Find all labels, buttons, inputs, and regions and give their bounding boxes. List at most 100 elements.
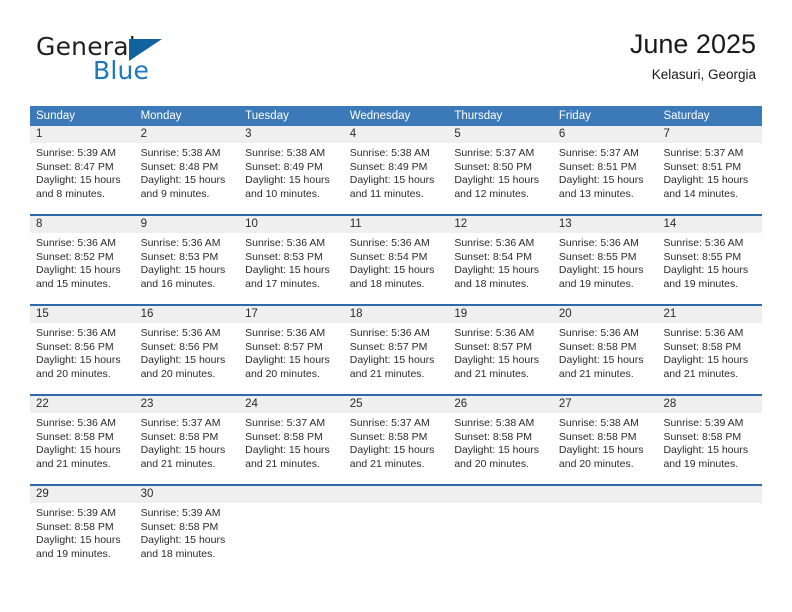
day-details: Sunrise: 5:36 AM Sunset: 8:55 PM Daylight:… [553, 233, 658, 291]
calendar-day-cell[interactable]: 2 Sunrise: 5:38 AM Sunset: 8:48 PM Daylight… [134, 126, 240, 214]
day-sunset-text: Sunset: 8:56 PM [140, 340, 219, 353]
day-number: 10 [239, 216, 344, 233]
day-sunrise-text: Sunrise: 5:38 AM [454, 417, 535, 429]
calendar-day-cell[interactable]: 20 Sunrise: 5:36 AM Sunset: 8:58 PM Dayligh… [552, 306, 658, 394]
day-daylight2-text: and 21 minutes. [36, 457, 111, 470]
day-sunrise-text: Sunrise: 5:36 AM [349, 327, 430, 339]
day-sunrise-text: Sunrise: 5:36 AM [36, 327, 116, 339]
day-number: 16 [134, 306, 240, 323]
day-daylight2-text: and 19 minutes. [663, 457, 739, 470]
day-sunrise-text: Sunrise: 5:36 AM [558, 237, 639, 249]
weekday-header-saturday: Saturday [663, 110, 710, 122]
day-sunrise-text: Sunrise: 5:36 AM [36, 417, 116, 429]
calendar-day-cell[interactable]: 23 Sunrise: 5:37 AM Sunset: 8:58 PM Dayligh… [134, 396, 240, 484]
calendar-day-cell[interactable]: 6 Sunrise: 5:37 AM Sunset: 8:51 PM Daylight… [552, 126, 658, 214]
brand-logo[interactable]: General Blue [36, 34, 266, 90]
day-details: Sunrise: 5:36 AM Sunset: 8:54 PM Daylight:… [344, 233, 449, 291]
calendar-day-cell[interactable]: 24 Sunrise: 5:37 AM Sunset: 8:58 PM Dayligh… [239, 396, 344, 484]
day-daylight2-text: and 21 minutes. [140, 457, 216, 470]
day-number: 27 [552, 396, 658, 413]
day-sunrise-text: Sunrise: 5:36 AM [663, 327, 744, 339]
calendar-day-cell[interactable]: 28 Sunrise: 5:39 AM Sunset: 8:58 PM Dayligh… [657, 396, 763, 484]
calendar-day-cell[interactable]: 19 Sunrise: 5:36 AM Sunset: 8:57 PM Dayligh… [448, 306, 553, 394]
day-number [552, 486, 658, 503]
calendar-day-cell[interactable]: 15 Sunrise: 5:36 AM Sunset: 8:56 PM Dayligh… [30, 306, 135, 394]
title-block: June 2025 Kelasuri, Georgia [630, 28, 756, 84]
day-daylight1-text: Daylight: 15 hours [245, 174, 330, 187]
day-number: 18 [343, 306, 449, 323]
day-sunrise-text: Sunrise: 5:37 AM [245, 417, 326, 429]
day-details: Sunrise: 5:39 AM Sunset: 8:47 PM Daylight:… [30, 143, 135, 201]
day-details: Sunrise: 5:36 AM Sunset: 8:58 PM Daylight:… [657, 323, 762, 381]
day-number: 22 [30, 396, 135, 413]
calendar-day-cell[interactable]: 13 Sunrise: 5:36 AM Sunset: 8:55 PM Dayligh… [552, 216, 658, 304]
day-details: Sunrise: 5:39 AM Sunset: 8:58 PM Daylight:… [135, 503, 240, 561]
calendar-day-cell[interactable]: 30 Sunrise: 5:39 AM Sunset: 8:58 PM Dayligh… [134, 486, 240, 574]
day-number: 13 [552, 216, 658, 233]
calendar-day-cell[interactable]: 21 Sunrise: 5:36 AM Sunset: 8:58 PM Dayligh… [657, 306, 763, 394]
weekday-header-thursday: Thursday [454, 110, 503, 122]
calendar-day-cell[interactable]: 7 Sunrise: 5:37 AM Sunset: 8:51 PM Daylight… [657, 126, 763, 214]
day-details: Sunrise: 5:39 AM Sunset: 8:58 PM Daylight:… [30, 503, 135, 561]
calendar-day-cell[interactable]: 17 Sunrise: 5:36 AM Sunset: 8:57 PM Dayligh… [239, 306, 344, 394]
calendar-day-cell[interactable]: 10 Sunrise: 5:36 AM Sunset: 8:53 PM Dayligh… [239, 216, 344, 304]
day-sunset-text: Sunset: 8:50 PM [454, 160, 532, 173]
day-daylight1-text: Daylight: 15 hours [36, 354, 121, 367]
calendar-day-cell[interactable]: 4 Sunrise: 5:38 AM Sunset: 8:49 PM Daylight… [343, 126, 449, 214]
day-daylight2-text: and 8 minutes. [36, 187, 105, 200]
calendar-day-cell[interactable]: 18 Sunrise: 5:36 AM Sunset: 8:57 PM Dayligh… [343, 306, 449, 394]
day-daylight2-text: and 21 minutes. [558, 367, 634, 380]
day-number: 30 [134, 486, 240, 503]
day-daylight2-text: and 17 minutes. [245, 277, 320, 290]
day-sunset-text: Sunset: 8:58 PM [558, 340, 637, 353]
calendar-day-cell[interactable]: 27 Sunrise: 5:38 AM Sunset: 8:58 PM Dayligh… [552, 396, 658, 484]
page-title: June 2025 [629, 29, 756, 59]
day-number: 7 [657, 126, 763, 143]
day-daylight2-text: and 19 minutes. [558, 277, 634, 290]
day-daylight1-text: Daylight: 15 hours [140, 174, 226, 187]
day-number: 21 [657, 306, 763, 323]
calendar-day-cell-empty [552, 486, 658, 574]
calendar-day-cell[interactable]: 9 Sunrise: 5:36 AM Sunset: 8:53 PM Daylight… [134, 216, 240, 304]
day-sunrise-text: Sunrise: 5:37 AM [140, 417, 221, 429]
day-sunset-text: Sunset: 8:49 PM [245, 160, 323, 173]
day-sunset-text: Sunset: 8:57 PM [454, 340, 532, 353]
calendar-day-cell[interactable]: 11 Sunrise: 5:36 AM Sunset: 8:54 PM Dayligh… [343, 216, 449, 304]
day-details: Sunrise: 5:38 AM Sunset: 8:49 PM Daylight:… [239, 143, 344, 201]
calendar-day-cell[interactable]: 14 Sunrise: 5:36 AM Sunset: 8:55 PM Dayligh… [657, 216, 763, 304]
calendar-day-cell[interactable]: 12 Sunrise: 5:36 AM Sunset: 8:54 PM Dayligh… [448, 216, 553, 304]
day-number: 26 [448, 396, 553, 413]
calendar-day-cell[interactable]: 16 Sunrise: 5:36 AM Sunset: 8:56 PM Dayligh… [134, 306, 240, 394]
day-sunrise-text: Sunrise: 5:39 AM [663, 417, 744, 429]
calendar-day-cell-empty [448, 486, 553, 574]
day-number: 8 [30, 216, 135, 233]
day-sunrise-text: Sunrise: 5:37 AM [349, 417, 430, 429]
calendar-day-cell[interactable]: 3 Sunrise: 5:38 AM Sunset: 8:49 PM Daylight… [239, 126, 344, 214]
day-sunset-text: Sunset: 8:54 PM [349, 250, 428, 263]
day-daylight2-text: and 21 minutes. [349, 367, 425, 380]
day-sunset-text: Sunset: 8:57 PM [245, 340, 323, 353]
day-number: 29 [30, 486, 135, 503]
calendar-day-cell-empty [239, 486, 344, 574]
calendar-day-cell[interactable]: 26 Sunrise: 5:38 AM Sunset: 8:58 PM Dayligh… [448, 396, 553, 484]
calendar-day-cell[interactable]: 5 Sunrise: 5:37 AM Sunset: 8:50 PM Daylight… [448, 126, 553, 214]
day-number: 5 [448, 126, 553, 143]
day-daylight1-text: Daylight: 15 hours [663, 354, 749, 367]
calendar-day-cell[interactable]: 25 Sunrise: 5:37 AM Sunset: 8:58 PM Dayligh… [343, 396, 449, 484]
day-sunset-text: Sunset: 8:51 PM [558, 160, 637, 173]
calendar-day-cell[interactable]: 29 Sunrise: 5:39 AM Sunset: 8:58 PM Dayligh… [30, 486, 135, 574]
calendar-day-cell[interactable]: 22 Sunrise: 5:36 AM Sunset: 8:58 PM Dayligh… [30, 396, 135, 484]
day-daylight2-text: and 21 minutes. [245, 457, 320, 470]
day-daylight1-text: Daylight: 15 hours [349, 354, 435, 367]
day-daylight2-text: and 13 minutes. [558, 187, 634, 200]
calendar-day-cell[interactable]: 8 Sunrise: 5:36 AM Sunset: 8:52 PM Daylight… [30, 216, 135, 304]
day-daylight1-text: Daylight: 15 hours [349, 174, 435, 187]
day-daylight2-text: and 20 minutes. [245, 367, 320, 380]
page-subtitle: Kelasuri, Georgia [651, 67, 756, 83]
calendar-day-cell[interactable]: 1 Sunrise: 5:39 AM Sunset: 8:47 PM Daylight… [30, 126, 135, 214]
day-daylight2-text: and 14 minutes. [663, 187, 739, 200]
day-daylight1-text: Daylight: 15 hours [663, 174, 749, 187]
day-details: Sunrise: 5:38 AM Sunset: 8:58 PM Daylight:… [553, 413, 658, 471]
day-daylight2-text: and 18 minutes. [140, 547, 216, 560]
brand-name-secondary: Blue [93, 56, 150, 85]
